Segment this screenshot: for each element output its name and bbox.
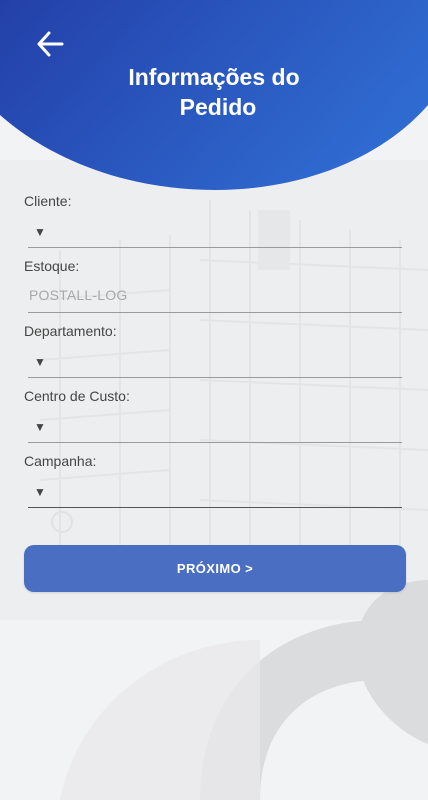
- cost-center-label: Centro de Custo:: [24, 388, 130, 404]
- page-title-line1: Informações do: [128, 64, 300, 90]
- dropdown-caret-icon: ▼: [34, 485, 46, 499]
- stock-field[interactable]: POSTALL-LOG: [28, 279, 402, 313]
- client-select[interactable]: ▼: [28, 214, 402, 248]
- order-info-form: Cliente: ▼ Estoque: POSTALL-LOG Departam…: [24, 188, 402, 513]
- dropdown-caret-icon: ▼: [34, 420, 46, 434]
- client-label: Cliente:: [24, 193, 72, 209]
- arrow-left-icon: [34, 28, 66, 60]
- campaign-select[interactable]: ▼: [28, 474, 402, 508]
- page-title: Informações do Pedido: [0, 62, 428, 122]
- cost-center-select[interactable]: ▼: [28, 409, 402, 443]
- stock-label: Estoque:: [24, 258, 80, 274]
- department-label: Departamento:: [24, 323, 117, 339]
- next-button[interactable]: PRÓXIMO >: [24, 545, 406, 592]
- dropdown-caret-icon: ▼: [34, 355, 46, 369]
- dropdown-caret-icon: ▼: [34, 225, 46, 239]
- campaign-label: Campanha:: [24, 453, 97, 469]
- page-title-line2: Pedido: [179, 94, 257, 120]
- back-button[interactable]: [28, 24, 72, 64]
- stock-value: POSTALL-LOG: [29, 287, 128, 303]
- department-select[interactable]: ▼: [28, 344, 402, 378]
